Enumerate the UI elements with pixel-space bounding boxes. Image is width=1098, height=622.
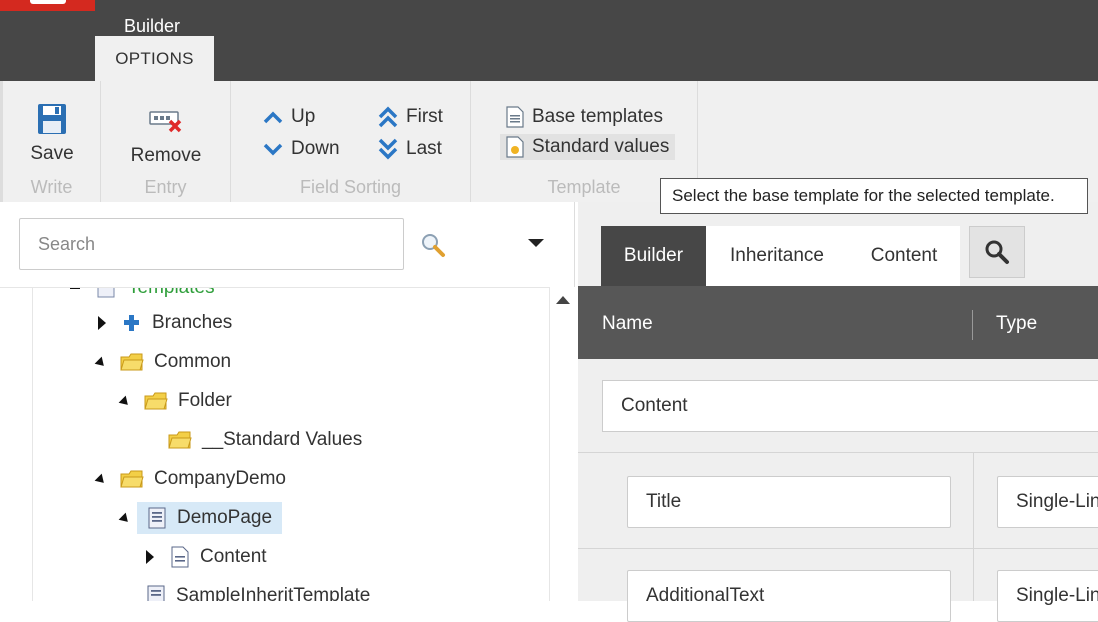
tree-node-templates[interactable]: Templates [70,287,219,304]
template-editor: Builder Inheritance Content Name Type Co… [578,202,1098,622]
row-divider [578,452,1098,453]
column-divider [972,310,973,340]
column-header-name: Name [602,313,653,334]
section-name-input[interactable]: Content [602,380,1098,432]
content-tree: Templates Branches Common Folder __Stand… [0,287,549,601]
tab-options[interactable]: OPTIONS [95,36,214,81]
collapse-icon[interactable] [118,393,132,409]
tab-content[interactable]: Content [848,226,960,286]
tree-node-label: Folder [178,390,232,411]
collapse-icon[interactable] [94,471,108,487]
editor-search-button[interactable] [969,226,1025,278]
search-input[interactable] [19,218,404,270]
tree-node-standard-values[interactable]: __Standard Values [168,424,366,456]
field-type-select[interactable]: Single-Lin [997,570,1098,622]
tree-node-label: Templates [128,287,215,298]
template-icon [148,507,166,529]
tree-node-label: Branches [152,312,233,333]
chevron-up-icon [263,111,283,124]
tooltip: Select the base template for the selecte… [660,178,1088,214]
group-label-entry: Entry [144,177,187,197]
group-label-write: Write [30,177,73,197]
remove-button[interactable]: Remove [121,109,211,167]
ribbon-group-entry: Remove Entry [101,81,231,202]
tab-inheritance[interactable]: Inheritance [706,226,848,286]
tree-node-sampleinherittemplate[interactable]: SampleInheritTemplate [146,580,374,601]
expand-icon[interactable] [95,315,109,331]
template-icon [97,288,115,298]
tree-node-companydemo[interactable]: CompanyDemo [120,463,290,495]
chevron-down-icon [263,143,283,156]
tree-node-branches[interactable]: Branches [120,307,236,339]
save-label: Save [30,143,74,164]
double-chevron-up-icon [378,106,398,128]
tree-node-demopage[interactable]: DemoPage [137,502,283,534]
remove-label: Remove [130,145,202,166]
last-button[interactable]: Last [372,136,448,162]
collapse-icon[interactable] [94,354,108,370]
template-icon [147,585,165,601]
expand-icon[interactable] [143,549,157,565]
app-header: Builder OPTIONS [0,0,1098,81]
selected-highlight: DemoPage [137,502,283,534]
folder-icon [168,431,192,449]
base-templates-button[interactable]: Base templates [500,104,669,130]
tree-node-label: __Standard Values [202,429,363,450]
save-button[interactable]: Save [17,103,87,165]
dropdown-arrow-icon[interactable] [528,239,544,247]
up-button[interactable]: Up [257,104,321,130]
ribbon-group-field-sorting: Up Down First Last Field Sorting [231,81,471,202]
search-icon [985,240,1009,264]
app-title: Builder [124,16,181,36]
tab-builder[interactable]: Builder [601,226,706,286]
tree-scrollbar[interactable] [549,287,575,601]
collapse-icon [70,288,80,289]
fields-grid-header: Name Type [578,286,1098,359]
column-divider [973,452,974,601]
tree-node-label: Content [200,546,267,567]
down-label: Down [291,138,340,159]
down-button[interactable]: Down [257,136,346,162]
tree-node-label: Common [154,351,232,372]
save-icon [38,104,66,134]
field-name-input[interactable]: AdditionalText [627,570,951,622]
field-name-input[interactable]: Title [627,476,951,528]
scroll-up-arrow-icon[interactable] [556,296,570,304]
row-divider [578,548,1098,549]
tree-node-label: SampleInheritTemplate [176,585,371,601]
up-label: Up [291,106,316,127]
tree-node-content[interactable]: Content [170,541,271,573]
base-templates-icon [506,106,524,128]
tree-node-label: CompanyDemo [154,468,286,489]
ribbon-group-write: Save Write [3,81,101,202]
content-tree-panel: Templates Branches Common Folder __Stand… [0,202,575,601]
tree-node-label: DemoPage [177,507,273,528]
tree-node-folder[interactable]: Folder [144,385,236,417]
folder-icon [120,470,144,488]
collapse-icon[interactable] [118,510,132,526]
brand-logo[interactable] [0,0,95,11]
double-chevron-down-icon [378,138,398,160]
branches-icon [124,315,139,331]
first-label: First [406,106,443,127]
group-label-field-sorting: Field Sorting [299,177,402,197]
tree-node-common[interactable]: Common [120,346,235,378]
base-templates-label: Base templates [532,106,663,127]
tree-guide-line [32,288,33,601]
first-button[interactable]: First [372,104,449,130]
standard-values-icon [506,136,524,158]
folder-icon [120,353,144,371]
standard-values-label: Standard values [532,136,670,157]
field-type-select[interactable]: Single-Lin [997,476,1098,528]
last-label: Last [406,138,442,159]
folder-icon [144,392,168,410]
search-icon[interactable] [420,232,446,258]
column-header-type: Type [996,313,1038,334]
section-icon [171,546,189,568]
standard-values-button[interactable]: Standard values [500,134,676,160]
remove-icon [149,111,182,133]
